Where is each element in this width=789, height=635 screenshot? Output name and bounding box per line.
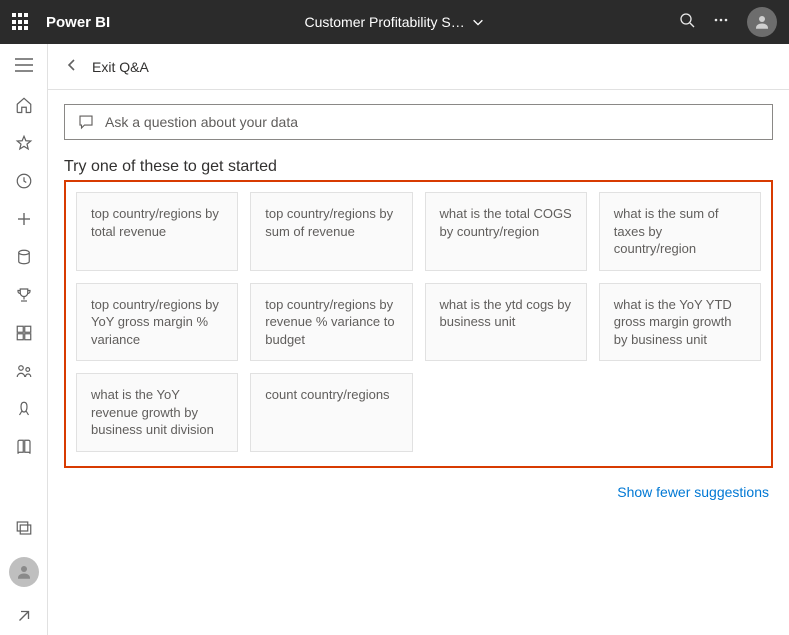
suggestion-card[interactable]: top country/regions by total revenue (76, 192, 238, 271)
nav-toggle-button[interactable] (0, 58, 48, 72)
ask-question-placeholder: Ask a question about your data (105, 114, 298, 130)
nav-apps-icon[interactable] (0, 324, 48, 342)
chat-bubble-icon (77, 113, 95, 131)
topbar-actions (679, 7, 777, 37)
report-title-dropdown[interactable]: Customer Profitability S… (122, 14, 667, 30)
nav-favorites-icon[interactable] (0, 134, 48, 152)
qna-header: Exit Q&A (48, 44, 789, 90)
ask-question-input[interactable]: Ask a question about your data (64, 104, 773, 140)
nav-create-icon[interactable] (0, 210, 48, 228)
suggestion-card[interactable]: top country/regions by revenue % varianc… (250, 283, 412, 362)
search-icon[interactable] (679, 12, 695, 33)
user-avatar[interactable] (747, 7, 777, 37)
nav-learn-icon[interactable] (0, 438, 48, 456)
nav-collapse-arrow-icon[interactable] (0, 607, 48, 625)
app-launcher-icon[interactable] (12, 13, 30, 31)
show-fewer-link[interactable]: Show fewer suggestions (617, 484, 769, 500)
nav-home-icon[interactable] (0, 96, 48, 114)
suggestion-card[interactable]: what is the ytd cogs by business unit (425, 283, 587, 362)
nav-workspaces-icon[interactable] (0, 519, 48, 537)
suggestion-card[interactable]: count country/regions (250, 373, 412, 452)
suggestion-card[interactable]: what is the total COGS by country/region (425, 192, 587, 271)
nav-goals-icon[interactable] (0, 286, 48, 304)
suggestion-card[interactable]: what is the YoY YTD gross margin growth … (599, 283, 761, 362)
try-one-heading: Try one of these to get started (64, 158, 773, 176)
nav-shared-icon[interactable] (0, 362, 48, 380)
chevron-down-icon (471, 15, 485, 29)
nav-recent-icon[interactable] (0, 172, 48, 190)
suggestions-highlight: top country/regions by total revenue top… (64, 180, 773, 468)
back-button[interactable] (64, 57, 80, 76)
global-topbar: Power BI Customer Profitability S… (0, 0, 789, 44)
product-brand: Power BI (46, 14, 110, 31)
more-icon[interactable] (713, 12, 729, 33)
nav-deployment-icon[interactable] (0, 400, 48, 418)
suggestion-cards: top country/regions by total revenue top… (76, 192, 761, 452)
suggestion-card[interactable]: what is the YoY revenue growth by busine… (76, 373, 238, 452)
exit-qna-link[interactable]: Exit Q&A (92, 59, 149, 75)
suggestion-card[interactable]: what is the sum of taxes by country/regi… (599, 192, 761, 271)
suggestion-card[interactable]: top country/regions by sum of revenue (250, 192, 412, 271)
suggestion-card[interactable]: top country/regions by YoY gross margin … (76, 283, 238, 362)
nav-datasets-icon[interactable] (0, 248, 48, 266)
my-workspace-avatar[interactable] (9, 557, 39, 587)
main-pane: Exit Q&A Ask a question about your data … (48, 44, 789, 635)
report-title-text: Customer Profitability S… (304, 14, 464, 30)
left-nav-rail (0, 44, 48, 635)
